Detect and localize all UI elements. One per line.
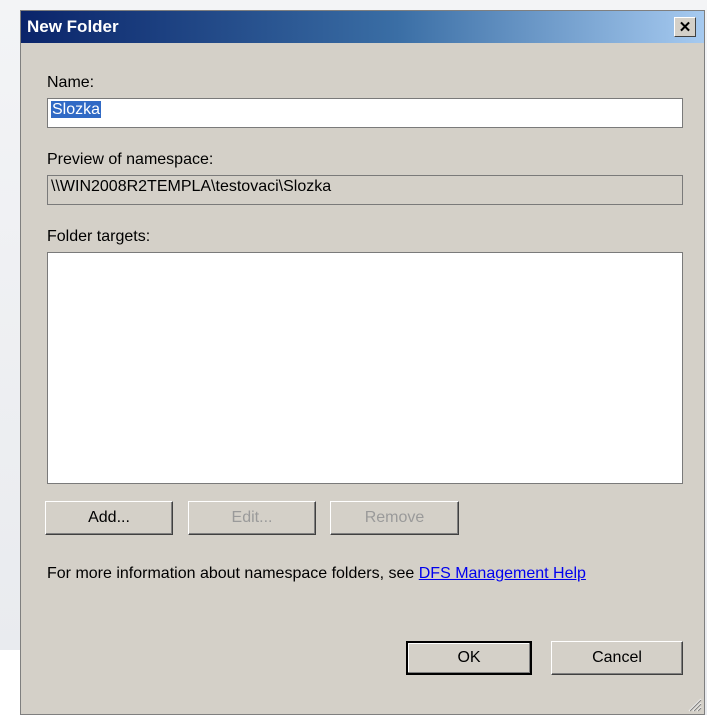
remove-button[interactable]: Remove [330,501,459,535]
info-text-body: For more information about namespace fol… [47,565,419,582]
close-icon: ✕ [678,18,692,36]
remove-button-label: Remove [364,509,425,526]
name-input[interactable]: Slozka [47,98,683,128]
name-input-value: Slozka [51,101,102,118]
dialog-titlebar[interactable]: New Folder ✕ [21,11,704,43]
add-button-label: Add... [88,509,130,526]
cancel-button[interactable]: Cancel [551,641,683,675]
folder-targets-label: Folder targets: [47,228,151,245]
close-button[interactable]: ✕ [674,17,696,37]
cancel-button-label: Cancel [592,649,642,666]
dialog-title: New Folder [27,17,119,36]
preview-value: \\WIN2008R2TEMPLA\testovaci\Slozka [51,178,332,195]
info-text: For more information about namespace fol… [47,564,667,583]
name-label: Name: [47,74,95,91]
preview-field: \\WIN2008R2TEMPLA\testovaci\Slozka [47,175,683,205]
add-button[interactable]: Add... [45,501,173,535]
preview-label: Preview of namespace: [47,151,214,168]
edit-button-label: Edit... [231,509,273,526]
new-folder-dialog: New Folder ✕ Name: Slozka Preview of nam… [20,10,705,715]
ok-button[interactable]: OK [406,641,532,675]
ok-button-label: OK [457,649,481,666]
dfs-help-link[interactable]: DFS Management Help [419,565,586,582]
edit-button[interactable]: Edit... [188,501,316,535]
folder-targets-list[interactable] [47,252,683,484]
resize-grip-icon[interactable] [686,696,702,712]
